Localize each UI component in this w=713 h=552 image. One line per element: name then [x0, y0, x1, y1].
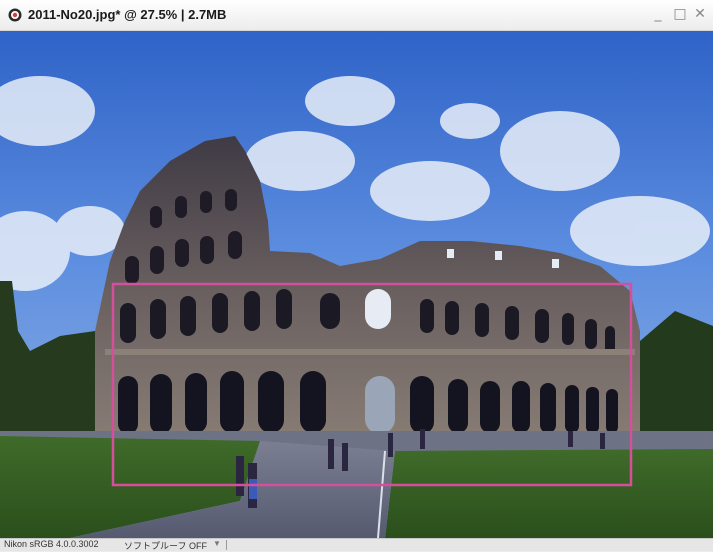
softproof-toggle[interactable]: ソフトプルーフ OFF: [124, 539, 207, 552]
image-window: 2011-No20.jpg* @ 27.5% | 2.7MB _ □ ✕ Nik…: [0, 0, 713, 551]
image-canvas[interactable]: [0, 31, 713, 538]
app-icon: [8, 8, 22, 22]
status-bar: Nikon sRGB 4.0.0.3002 ソフトプルーフ OFF ▼: [0, 538, 713, 551]
close-button[interactable]: ✕: [692, 6, 708, 22]
minimize-button[interactable]: _: [650, 6, 666, 22]
maximize-button[interactable]: □: [672, 6, 688, 22]
photo: [0, 31, 713, 538]
title-bar[interactable]: 2011-No20.jpg* @ 27.5% | 2.7MB _ □ ✕: [0, 0, 713, 31]
status-divider: [226, 540, 227, 550]
color-profile-label: Nikon sRGB 4.0.0.3002: [4, 539, 99, 549]
window-title: 2011-No20.jpg* @ 27.5% | 2.7MB: [28, 7, 227, 22]
chevron-down-icon[interactable]: ▼: [213, 539, 221, 548]
